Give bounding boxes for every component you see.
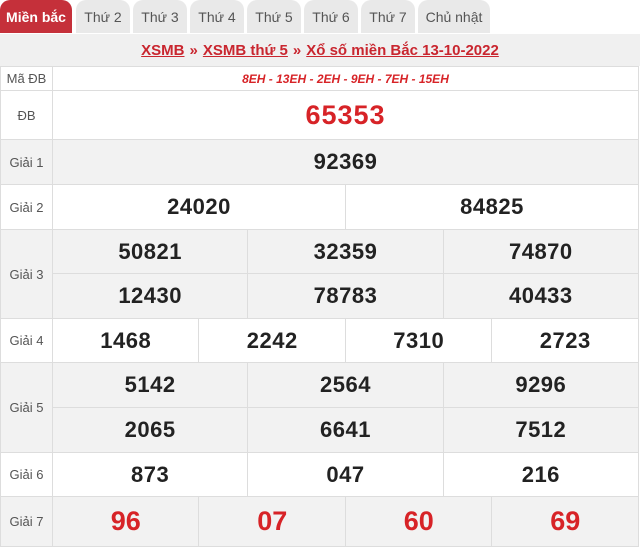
breadcrumb-separator: » xyxy=(189,41,198,59)
prize-number: 74870 xyxy=(442,229,640,274)
prize-number: 24020 xyxy=(52,184,346,230)
row-giai-7: Giải 7 96 07 60 69 xyxy=(0,496,639,547)
breadcrumb-link-xsmb[interactable]: XSMB xyxy=(141,42,184,59)
row-label: Giải 3 xyxy=(0,229,53,319)
prize-number: 12430 xyxy=(51,273,249,319)
tab-chu-nhat[interactable]: Chủ nhật xyxy=(418,0,490,33)
special-codes: 8EH - 13EH - 2EH - 9EH - 7EH - 15EH xyxy=(52,66,639,91)
prize-number: 60 xyxy=(344,496,493,547)
row-label: Giải 7 xyxy=(0,496,53,547)
breadcrumb-link-xsmb-date[interactable]: Xổ số miền Bắc 13-10-2022 xyxy=(306,42,499,59)
prize-number: 1468 xyxy=(51,318,200,363)
prize-number: 92369 xyxy=(52,139,639,185)
prize-number: 6641 xyxy=(247,407,444,453)
prize-number: 047 xyxy=(247,452,444,497)
row-giai-5-b: 2065 6641 7512 xyxy=(1,407,640,453)
row-giai-6: Giải 6 873 047 216 xyxy=(0,452,640,497)
tab-mien-bac[interactable]: Miền bắc xyxy=(0,0,72,33)
prize-number: 96 xyxy=(51,496,200,547)
tab-thu-6[interactable]: Thứ 6 xyxy=(304,0,358,33)
tab-thu-3[interactable]: Thứ 3 xyxy=(133,0,187,33)
tab-thu-2[interactable]: Thứ 2 xyxy=(76,0,130,33)
prize-number: 32359 xyxy=(247,229,444,274)
prize-number: 2065 xyxy=(51,407,249,453)
row-giai-3-b: 12430 78783 40433 xyxy=(1,273,640,319)
prize-number: 7512 xyxy=(442,407,640,453)
results-table: Mã ĐB 8EH - 13EH - 2EH - 9EH - 7EH - 15E… xyxy=(0,66,640,547)
row-giai-3: Giải 3 50821 32359 74870 xyxy=(0,229,640,319)
prize-number: 2723 xyxy=(491,318,639,363)
prize-number: 2564 xyxy=(247,362,444,408)
special-prize-number: 65353 xyxy=(52,90,639,140)
tab-thu-7[interactable]: Thứ 7 xyxy=(361,0,415,33)
row-giai-5: Giải 5 5142 2564 9296 xyxy=(0,362,640,453)
prize-number: 69 xyxy=(491,496,639,547)
prize-number: 7310 xyxy=(344,318,493,363)
prize-number: 216 xyxy=(442,452,640,497)
prize-number: 84825 xyxy=(344,184,640,230)
breadcrumb: XSMB » XSMB thứ 5 » Xổ số miền Bắc 13-10… xyxy=(0,34,640,66)
breadcrumb-link-xsmb-thu-5[interactable]: XSMB thứ 5 xyxy=(203,42,288,59)
tab-thu-4[interactable]: Thứ 4 xyxy=(190,0,244,33)
prize-number: 2242 xyxy=(198,318,346,363)
prize-number: 40433 xyxy=(442,273,640,319)
row-ma-db: Mã ĐB 8EH - 13EH - 2EH - 9EH - 7EH - 15E… xyxy=(0,66,639,91)
prize-number: 78783 xyxy=(247,273,444,319)
prize-number: 07 xyxy=(198,496,346,547)
row-db: ĐB 65353 xyxy=(0,90,639,140)
region-tabs: Miền bắc Thứ 2 Thứ 3 Thứ 4 Thứ 5 Thứ 6 T… xyxy=(0,0,640,34)
prize-number: 9296 xyxy=(442,362,640,408)
prize-number: 5142 xyxy=(51,362,249,408)
row-giai-2: Giải 2 24020 84825 xyxy=(0,184,640,230)
breadcrumb-separator: » xyxy=(292,41,302,59)
row-label: Giải 4 xyxy=(0,318,53,363)
prize-number: 50821 xyxy=(51,229,249,274)
prize-number: 873 xyxy=(51,452,249,497)
row-giai-1: Giải 1 92369 xyxy=(0,139,639,185)
row-label: ĐB xyxy=(0,90,53,140)
row-giai-4: Giải 4 1468 2242 7310 2723 xyxy=(0,318,639,363)
row-label: Giải 1 xyxy=(0,139,53,185)
row-label: Giải 6 xyxy=(0,452,53,497)
row-label: Mã ĐB xyxy=(0,66,53,91)
row-label: Giải 5 xyxy=(0,362,53,453)
row-label: Giải 2 xyxy=(0,184,53,230)
tab-thu-5[interactable]: Thứ 5 xyxy=(247,0,301,33)
